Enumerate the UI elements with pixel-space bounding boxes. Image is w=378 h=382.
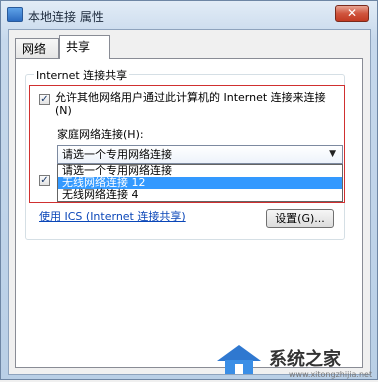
properties-window: 本地连接 属性 ✕ 网络 共享 Internet 连接共享 ✓ 允许其他网络用户…: [0, 0, 378, 380]
watermark-logo: 系统之家 www.xitongzhijia.net: [211, 339, 373, 379]
network-connection-icon: [7, 7, 23, 22]
close-button[interactable]: ✕: [335, 5, 369, 22]
chevron-down-icon[interactable]: ▼: [329, 146, 336, 163]
close-icon: ✕: [346, 6, 358, 20]
title-bar: 本地连接 属性 ✕: [1, 1, 377, 29]
dropdown-value: 请选一个专用网络连接: [62, 148, 172, 161]
allow-sharing-label: 允许其他网络用户通过此计算机的 Internet 连接来连接(N): [55, 91, 326, 117]
watermark-text: 系统之家: [269, 349, 341, 370]
watermark-url: www.xitongzhijia.net: [289, 370, 373, 379]
home-network-dropdown[interactable]: 请选一个专用网络连接 ▼: [57, 145, 343, 164]
allow-control-checkbox[interactable]: ✓: [39, 175, 50, 186]
home-network-label: 家庭网络连接(H):: [57, 128, 144, 141]
tab-network[interactable]: 网络: [15, 38, 59, 58]
ics-help-link[interactable]: 使用 ICS (Internet 连接共享): [39, 208, 186, 224]
home-network-options-list: 请选一个专用网络连接 无线网络连接 12 无线网络连接 4: [57, 164, 343, 202]
tab-sharing[interactable]: 共享: [59, 35, 110, 59]
allow-sharing-checkbox[interactable]: ✓: [39, 94, 50, 105]
settings-button[interactable]: 设置(G)...: [266, 209, 334, 228]
ics-group-title: Internet 连接共享: [34, 67, 130, 83]
house-logo-icon: [217, 345, 261, 374]
dropdown-option[interactable]: 无线网络连接 4: [58, 189, 342, 201]
window-title: 本地连接 属性: [28, 10, 104, 24]
